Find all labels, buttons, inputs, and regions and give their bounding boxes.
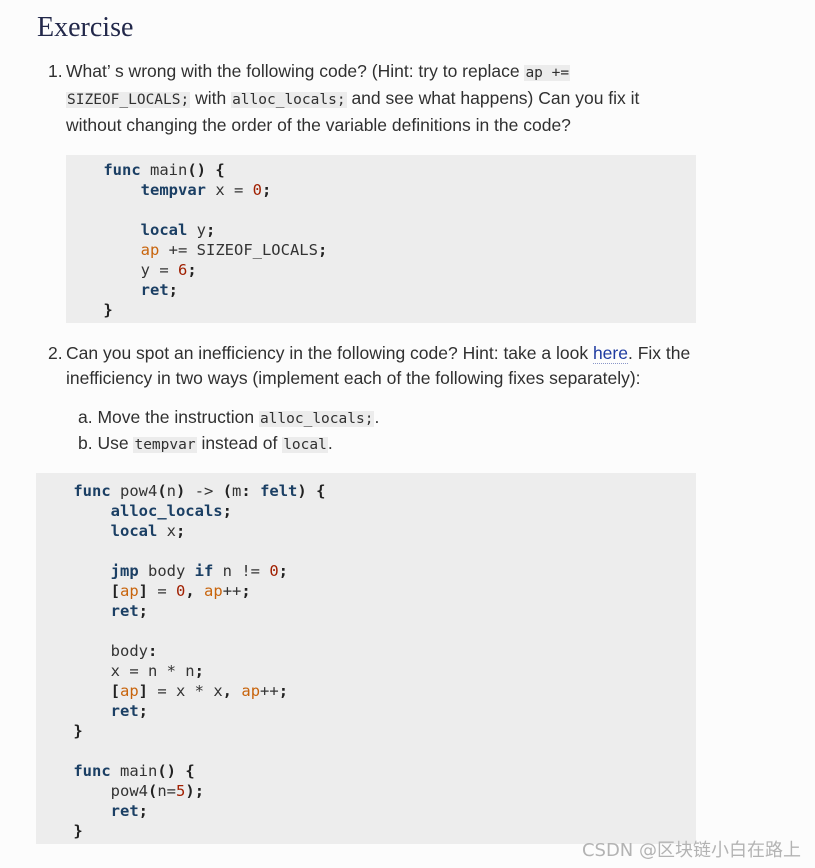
code-line: ret; xyxy=(110,702,148,720)
question-1-text: What’ s wrong with the following code? (… xyxy=(66,59,698,138)
code-line: body: xyxy=(36,642,158,660)
code-line: func main() { xyxy=(103,161,225,179)
code-line: } xyxy=(103,301,113,319)
code-line: ap += SIZEOF_LOCALS; xyxy=(140,241,328,259)
sub-item-b-text: Use xyxy=(97,433,134,453)
q2-text-1: Can you spot an inefficiency in the foll… xyxy=(66,343,593,363)
sub-item-a-code: alloc_locals; xyxy=(258,411,375,427)
q1-text-1: What’ s wrong with the following code? (… xyxy=(66,61,525,81)
code-line: [ap] = x * x, ap++; xyxy=(110,682,289,700)
question-1-number: 1. xyxy=(48,61,63,81)
sub-item-a-label: a. xyxy=(78,407,93,427)
sub-item-b-text-2: instead of xyxy=(196,433,283,453)
sub-item-b-code-tempvar: tempvar xyxy=(133,437,197,453)
code-line: ret; xyxy=(140,281,178,299)
code-line: tempvar x = 0; xyxy=(140,181,272,199)
code-line: func pow4(n) -> (m: felt) { xyxy=(73,482,326,500)
sub-item-b-code-local: local xyxy=(282,437,328,453)
q1-code-ap: ap += xyxy=(524,65,571,81)
sub-item-a: a. Move the instruction alloc_locals;. xyxy=(78,405,379,432)
code-line: [ap] = 0, ap++; xyxy=(110,582,251,600)
code-line: ret; xyxy=(110,802,148,820)
question-2-number: 2. xyxy=(48,343,63,363)
code-line: ret; xyxy=(110,602,148,620)
code-line: jmp body if n != 0; xyxy=(110,562,289,580)
code-line: local y; xyxy=(140,221,216,239)
question-2: 2. Can you spot an inefficiency in the f… xyxy=(48,341,698,391)
code-line: alloc_locals; xyxy=(110,502,232,520)
q1-code-alloc: alloc_locals; xyxy=(231,92,347,108)
sub-item-b-label: b. xyxy=(78,433,93,453)
sub-item-a-text: Move the instruction xyxy=(97,407,259,427)
code-line: pow4(n=5); xyxy=(36,782,205,800)
sub-item-a-end: . xyxy=(374,407,380,427)
question-2-text: Can you spot an inefficiency in the foll… xyxy=(66,341,698,391)
code-line: y = 6; xyxy=(66,261,197,279)
page-title: Exercise xyxy=(37,12,134,43)
q1-code-sizeof: SIZEOF_LOCALS; xyxy=(66,92,191,108)
code-line: } xyxy=(73,722,83,740)
code-block-2: func pow4(n) -> (m: felt) { alloc_locals… xyxy=(36,473,696,844)
code-line: local x; xyxy=(110,522,186,540)
code-line: x = n * n; xyxy=(36,662,204,680)
code-line: func main() { xyxy=(73,762,195,780)
sub-item-b: b. Use tempvar instead of local. xyxy=(78,431,333,458)
code-block-1: func main() { tempvar x = 0; local y; ap… xyxy=(66,155,696,323)
q1-text-2: with xyxy=(190,88,232,108)
question-1: 1. What’ s wrong with the following code… xyxy=(48,59,698,138)
csdn-watermark: CSDN @区块链小白在路上 xyxy=(581,840,801,861)
here-link[interactable]: here xyxy=(592,343,628,364)
sub-item-b-end: . xyxy=(327,433,333,453)
